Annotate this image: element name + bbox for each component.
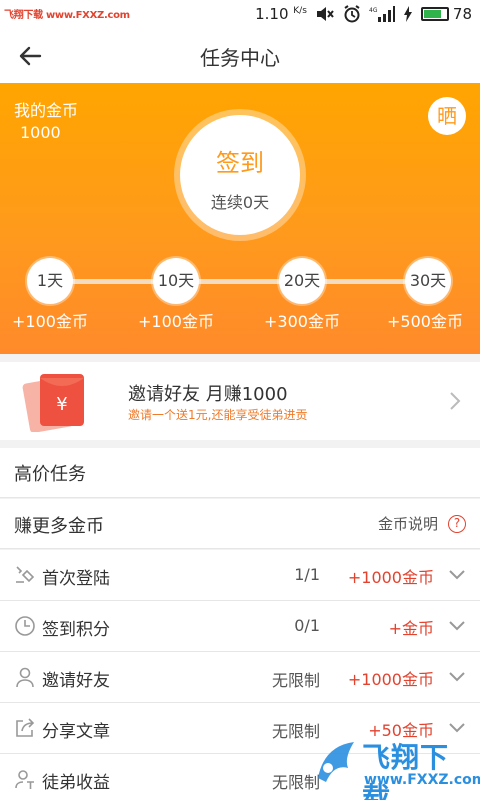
login-icon bbox=[16, 566, 35, 583]
coin-help-label: 金币说明 bbox=[377, 515, 438, 533]
task-reward: +1000金币 bbox=[347, 568, 434, 587]
milestone-reward: +300金币 bbox=[264, 312, 340, 331]
title-bar: 任务中心 bbox=[0, 28, 480, 83]
watermark-brand: 飞翔下载 bbox=[362, 741, 450, 800]
chevron-down-icon bbox=[449, 672, 465, 682]
milestone-day: 10天 bbox=[153, 258, 199, 304]
task-reward: +金币 bbox=[388, 619, 434, 638]
task-row[interactable]: 邀请好友 无限制 +1000金币 bbox=[0, 652, 480, 703]
milestone-reward: +500金币 bbox=[387, 312, 463, 331]
milestone-reward: +100金币 bbox=[138, 312, 214, 331]
watermark-top-left: 飞翔下载 www.FXXZ.com bbox=[4, 10, 130, 21]
battery-fill bbox=[423, 10, 441, 18]
svg-text:4G: 4G bbox=[369, 7, 378, 14]
task-row[interactable]: 首次登陆 1/1 +1000金币 bbox=[0, 550, 480, 601]
chevron-right-icon bbox=[450, 392, 461, 410]
milestone-reward: +100金币 bbox=[12, 312, 88, 331]
invite-title: 邀请好友 月赚1000 bbox=[128, 384, 288, 405]
red-envelope-icon: ¥ bbox=[22, 374, 84, 432]
invite-subtitle: 邀请一个送1元,还能享受徒弟进贡 bbox=[128, 408, 308, 422]
task-reward: +1000金币 bbox=[347, 670, 434, 689]
sign-in-button[interactable]: 签到 连续0天 bbox=[180, 115, 300, 235]
charging-icon bbox=[403, 6, 413, 22]
coin-help-link[interactable]: 金币说明 ? bbox=[378, 513, 466, 534]
task-name: 徒弟收益 bbox=[42, 773, 110, 793]
network-speed-unit: K/s bbox=[293, 6, 307, 16]
earn-more-row: 赚更多金币 金币说明 ? bbox=[0, 499, 480, 549]
watermark-url: www.FXXZ.com bbox=[364, 772, 480, 788]
section-header: 高价任务 bbox=[0, 448, 480, 498]
status-bar: 飞翔下载 www.FXXZ.com 1.10 K/s 4G 78 bbox=[0, 0, 480, 28]
task-progress: 0/1 bbox=[294, 616, 320, 635]
signal-icon: 4G bbox=[369, 6, 395, 22]
task-progress: 1/1 bbox=[294, 565, 320, 584]
task-row[interactable]: 签到积分 0/1 +金币 bbox=[0, 601, 480, 652]
chevron-down-icon bbox=[449, 723, 465, 733]
task-progress: 无限制 bbox=[271, 671, 320, 690]
share-icon bbox=[16, 718, 35, 737]
invite-banner[interactable]: ¥ 邀请好友 月赚1000 邀请一个送1元,还能享受徒弟进贡 bbox=[0, 362, 480, 440]
arrow-left-icon bbox=[19, 46, 42, 66]
chevron-down-icon bbox=[449, 621, 465, 631]
network-speed-value: 1.10 bbox=[255, 5, 289, 23]
sign-in-label: 签到 bbox=[216, 149, 264, 177]
my-coins-value: 1000 bbox=[20, 123, 61, 142]
watermark-bottom-right: 飞翔下载 www.FXXZ.com bbox=[314, 734, 480, 800]
alarm-icon bbox=[343, 5, 361, 23]
battery-percent: 78 bbox=[452, 5, 472, 23]
milestone-day: 30天 bbox=[405, 258, 451, 304]
milestone-day: 1天 bbox=[27, 258, 73, 304]
watermark-logo-icon bbox=[318, 742, 354, 782]
milestone-day: 20天 bbox=[279, 258, 325, 304]
svg-text:¥: ¥ bbox=[56, 394, 67, 415]
battery-icon bbox=[420, 7, 449, 21]
task-name: 首次登陆 bbox=[42, 569, 110, 589]
page-title: 任务中心 bbox=[200, 46, 280, 70]
income-icon bbox=[15, 770, 34, 789]
section-title: 高价任务 bbox=[14, 464, 86, 485]
status-icons: 1.10 K/s 4G 78 bbox=[255, 4, 472, 24]
task-progress: 无限制 bbox=[271, 722, 320, 741]
battery-indicator: 78 bbox=[420, 5, 472, 23]
share-button[interactable]: 晒 bbox=[428, 97, 466, 135]
sign-in-streak: 连续0天 bbox=[210, 193, 270, 212]
clock-icon bbox=[15, 616, 35, 636]
sign-in-ring: 签到 连续0天 bbox=[174, 109, 306, 241]
chevron-down-icon bbox=[449, 570, 465, 580]
coin-header: 我的金币 1000 晒 签到 连续0天 1天 10天 20天 30天 +100金… bbox=[0, 83, 480, 354]
task-name: 签到积分 bbox=[42, 620, 110, 640]
task-progress: 无限制 bbox=[271, 773, 320, 792]
person-icon bbox=[16, 667, 34, 688]
back-button[interactable] bbox=[14, 40, 46, 72]
question-icon: ? bbox=[448, 514, 466, 533]
milestone-track bbox=[50, 279, 430, 284]
mute-icon bbox=[315, 6, 335, 22]
earn-more-title: 赚更多金币 bbox=[14, 516, 104, 537]
task-name: 分享文章 bbox=[42, 722, 110, 742]
network-speed: 1.10 K/s bbox=[255, 5, 307, 23]
my-coins-label: 我的金币 bbox=[14, 101, 79, 120]
task-name: 邀请好友 bbox=[42, 671, 110, 691]
